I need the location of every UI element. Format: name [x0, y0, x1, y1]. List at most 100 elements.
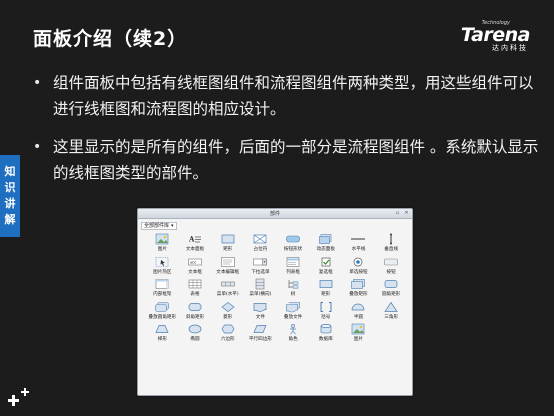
component-label: 三角形 — [384, 314, 399, 320]
window-title: 部件 — [269, 211, 280, 217]
component-item[interactable]: 角色 — [277, 323, 310, 346]
minimize-icon[interactable]: ▫ — [394, 210, 401, 217]
tree-icon — [288, 280, 299, 289]
close-icon[interactable]: ✕ — [403, 210, 410, 217]
window-toolbar: 全部部件库 ▾ — [141, 221, 177, 230]
component-item[interactable]: 矩形 — [309, 278, 342, 301]
bullet-list: • 组件面板中包括有线框图组件和流程图组件两种类型，用这些组件可以进行线框图和流… — [33, 70, 543, 198]
component-label: 复选框 — [318, 269, 333, 275]
component-label: 树 — [290, 292, 296, 298]
component-item[interactable]: 图片 — [146, 233, 179, 256]
bevel-rect-icon — [188, 302, 202, 311]
component-label: 叠放矩形 — [349, 292, 368, 298]
rounded-rect-icon — [384, 280, 398, 289]
component-label: 下拉选单 — [251, 269, 270, 275]
component-item[interactable]: 单选按钮 — [342, 256, 375, 279]
stacked-rect-icon — [351, 279, 366, 289]
component-item[interactable]: 内部框架 — [146, 278, 179, 301]
component-label: 图片 — [353, 337, 364, 343]
stacked-rounded-icon — [155, 301, 170, 312]
component-label: 文本框 — [188, 269, 202, 275]
component-label: 半圆 — [353, 314, 364, 320]
component-item[interactable]: 半圆 — [342, 301, 375, 324]
component-item[interactable]: 表格 — [179, 278, 212, 301]
flow-image-icon — [352, 324, 365, 335]
component-label: 菜单(水平) — [216, 292, 239, 298]
parallelogram-icon — [253, 325, 267, 334]
component-item[interactable]: 椭圆 — [179, 323, 212, 346]
component-item[interactable]: 文本编辑框 — [211, 256, 244, 279]
svg-text:abc: abc — [190, 260, 196, 264]
component-item[interactable]: 菱形 — [211, 301, 244, 324]
component-item[interactable]: 垂直线 — [375, 233, 408, 256]
window-titlebar[interactable]: 部件 ▫ ✕ — [138, 209, 412, 219]
component-label: 平行四边形 — [248, 337, 272, 343]
trapezoid-icon — [155, 325, 169, 334]
component-item[interactable]: 菜单(水平) — [211, 278, 244, 301]
component-item[interactable]: 按钮 — [375, 256, 408, 279]
component-label: 单选按钮 — [349, 269, 368, 275]
component-label: 按钮 — [386, 269, 396, 275]
component-label: 文件 — [255, 314, 265, 320]
side-tab-char: 讲 — [4, 197, 16, 210]
component-item[interactable]: A 文本面板 — [179, 233, 212, 256]
component-item[interactable]: 斜角矩形 — [179, 301, 212, 324]
menu-horizontal-icon — [220, 281, 235, 287]
component-item[interactable]: 占位符 — [244, 233, 277, 256]
component-item[interactable]: 图片热区 — [146, 256, 179, 279]
library-select-value: 全部部件库 — [144, 222, 170, 229]
component-item[interactable]: 下拉选单 — [244, 256, 277, 279]
file-icon — [254, 302, 267, 312]
component-item[interactable]: 平行四边形 — [244, 323, 277, 346]
component-item[interactable]: 复选框 — [309, 256, 342, 279]
menu-vertical-icon — [256, 278, 265, 290]
component-label: 列表框 — [286, 269, 300, 275]
component-item[interactable]: 图片 — [342, 323, 375, 346]
component-label: 矩形 — [223, 247, 233, 252]
rectangle-icon — [221, 234, 235, 244]
iframe-icon — [156, 279, 169, 289]
component-item[interactable]: 水平线 — [342, 233, 375, 256]
component-item[interactable]: 三角形 — [375, 301, 408, 324]
component-grid: 图片 A 文本面板 矩形 占位符 按钮形状 动态面板 水平线 垂直线 图片热区 abc 文本框 文本编辑… — [146, 233, 408, 346]
bullet-text: 这里显示的是所有的组件，后面的一部分是流程图组件 。系统默认显示的线框图类型的部… — [53, 138, 539, 182]
component-item[interactable]: 菜单(横向) — [244, 278, 277, 301]
component-item[interactable]: 树 — [277, 278, 310, 301]
component-label: 六边形 — [220, 337, 235, 343]
slide: 面板介绍（续2） Technology Tarena 达内科技 • 组件面板中包… — [0, 0, 554, 416]
component-item[interactable]: 圆角矩形 — [375, 278, 408, 301]
component-item[interactable]: 梯形 — [146, 323, 179, 346]
chevron-down-icon: ▾ — [171, 222, 174, 229]
component-item[interactable]: 叠放圆角矩形 — [146, 301, 179, 324]
side-tab-char: 解 — [4, 213, 16, 226]
bullet-dot-icon: • — [33, 139, 42, 155]
component-item[interactable]: 叠放矩形 — [342, 278, 375, 301]
component-label: 括号 — [321, 314, 331, 320]
component-label: 椭圆 — [190, 337, 200, 343]
component-item[interactable]: 数据库 — [309, 323, 342, 346]
component-item[interactable]: 按钮形状 — [277, 233, 310, 256]
component-label: 图片热区 — [153, 269, 172, 275]
component-item[interactable]: 叠放文件 — [277, 301, 310, 324]
component-item[interactable]: 动态面板 — [309, 233, 342, 256]
bracket-icon — [320, 301, 332, 312]
component-item[interactable]: 列表框 — [277, 256, 310, 279]
table-icon — [188, 279, 202, 289]
button-shape-icon — [286, 235, 300, 243]
component-item[interactable]: 括号 — [309, 301, 342, 324]
ellipse-icon — [188, 325, 202, 334]
component-item[interactable]: 六边形 — [211, 323, 244, 346]
diamond-icon — [221, 301, 235, 312]
hotspot-icon — [156, 256, 169, 267]
component-item[interactable]: abc 文本框 — [179, 256, 212, 279]
component-label: 表格 — [190, 292, 200, 298]
bullet-text: 组件面板中包括有线框图组件和流程图组件两种类型，用这些组件可以进行线框图和流程图… — [53, 74, 534, 118]
component-label: 叠放圆角矩形 — [148, 314, 177, 320]
component-label: 文本编辑框 — [216, 269, 240, 275]
library-select[interactable]: 全部部件库 ▾ — [141, 221, 177, 230]
button-icon — [384, 258, 398, 265]
bullet-dot-icon: • — [33, 75, 42, 91]
component-item[interactable]: 文件 — [244, 301, 277, 324]
component-label: 内部框架 — [153, 292, 172, 298]
component-item[interactable]: 矩形 — [211, 233, 244, 256]
